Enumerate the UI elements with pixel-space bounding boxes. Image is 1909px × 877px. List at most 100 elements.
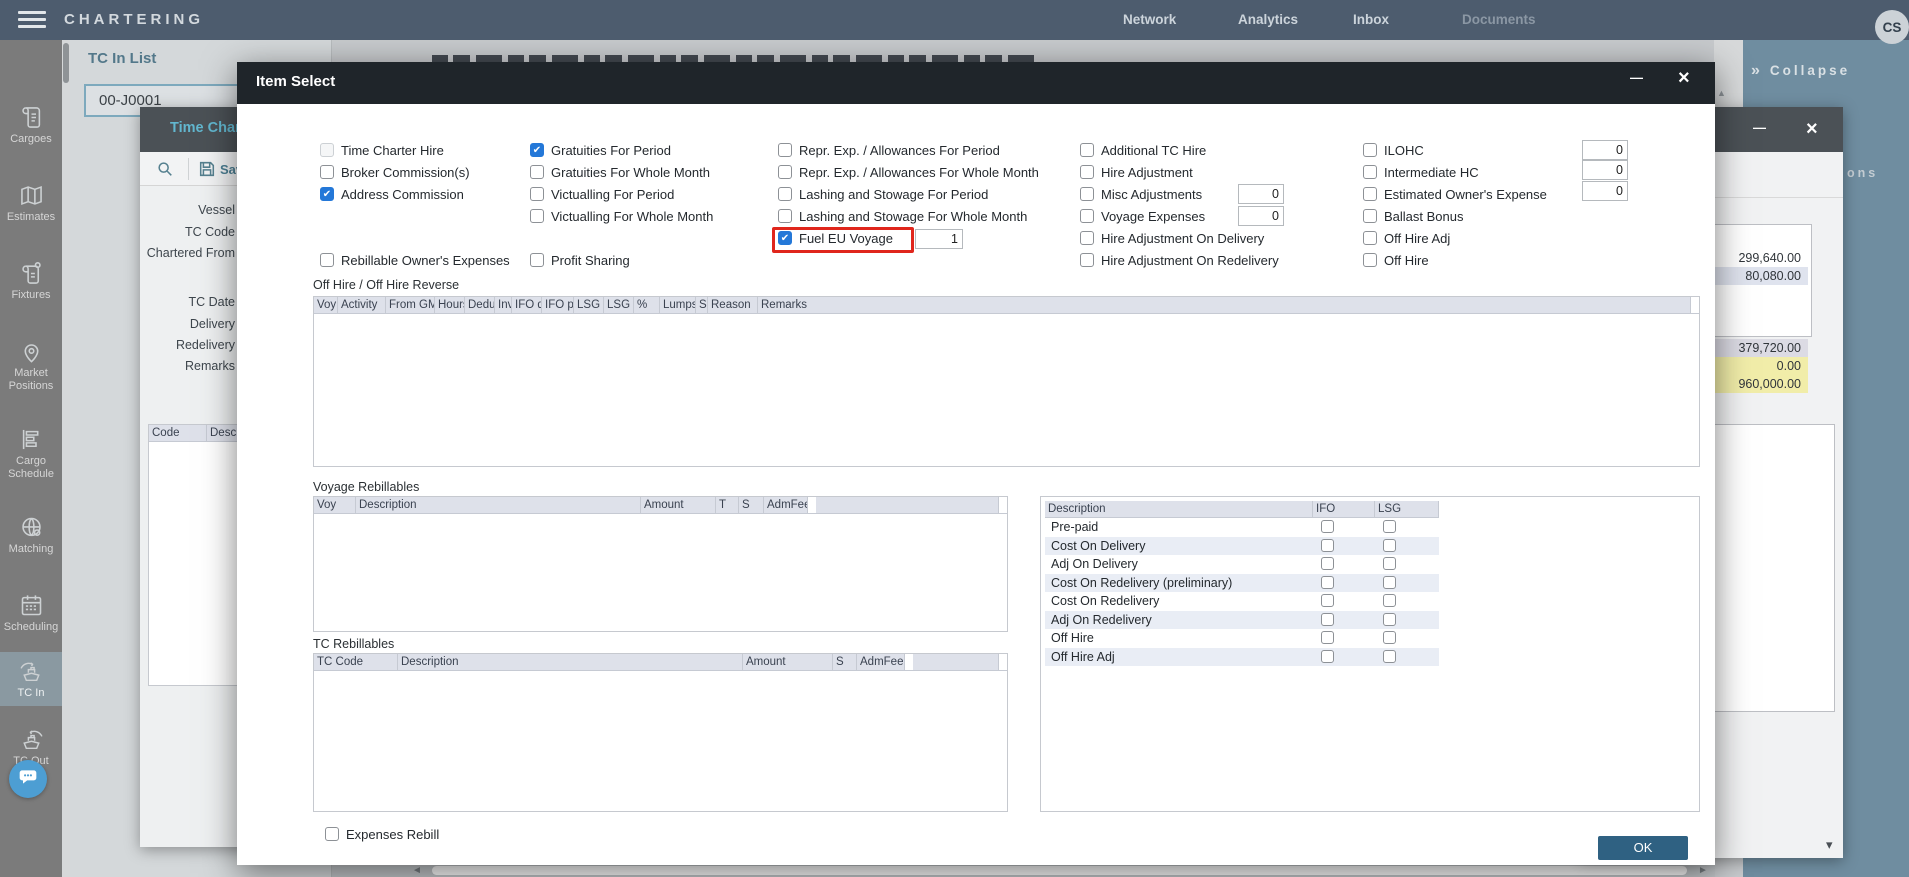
checkbox-ifo-cost-on-redelivery-preliminary[interactable]: [1321, 576, 1334, 589]
field-label-vessel: Vessel: [142, 203, 235, 219]
sidebar-item-cargoes[interactable]: Cargoes: [0, 98, 62, 152]
checkbox-off-hire-adj[interactable]: Off Hire Adj: [1363, 229, 1450, 247]
checkbox-lsg-cost-on-redelivery[interactable]: [1383, 594, 1396, 607]
checkbox-intermediate-hc[interactable]: Intermediate HC: [1363, 163, 1479, 181]
sidebar: Cargoes Estimates Fixtures Market Positions…: [0, 40, 62, 877]
checkbox-ifo-off-hire-adj[interactable]: [1321, 650, 1334, 663]
sidebar-item-tc-in[interactable]: TC In: [0, 652, 62, 706]
checkbox-box: [1363, 187, 1377, 201]
misc-adjustments-amount-input[interactable]: [1238, 184, 1284, 204]
checkbox-ifo-adj-on-redelivery[interactable]: [1321, 613, 1334, 626]
checkbox-estimated-owner-s-expense[interactable]: Estimated Owner's Expense: [1363, 185, 1547, 203]
sidebar-item-estimates[interactable]: Estimates: [0, 176, 62, 230]
minimize-icon[interactable]: —: [1753, 120, 1765, 135]
checkbox-repr-exp-allowances-for-period[interactable]: Repr. Exp. / Allowances For Period: [778, 141, 1000, 159]
checkbox-ballast-bonus[interactable]: Ballast Bonus: [1363, 207, 1464, 225]
checkbox-label: ILOHC: [1384, 143, 1424, 158]
sidebar-item-fixtures[interactable]: Fixtures: [0, 254, 62, 308]
menu-inbox[interactable]: Inbox: [1353, 12, 1389, 27]
sidebar-item-scheduling[interactable]: Scheduling: [0, 586, 62, 640]
checkbox-lsg-pre-paid[interactable]: [1383, 520, 1396, 533]
offhire-section-label: Off Hire / Off Hire Reverse: [313, 278, 459, 292]
checkbox-lsg-cost-on-redelivery-preliminary[interactable]: [1383, 576, 1396, 589]
checkbox-rebillable-owner-s-expenses[interactable]: Rebillable Owner's Expenses: [320, 251, 510, 269]
checkbox-hire-adjustment-on-redelivery[interactable]: Hire Adjustment On Redelivery: [1080, 251, 1279, 269]
checkbox-victualling-for-period[interactable]: Victualling For Period: [530, 185, 674, 203]
column-header-lsg: LSG: [1375, 501, 1439, 517]
menu-network[interactable]: Network: [1123, 12, 1176, 27]
checkbox-expenses-rebill[interactable]: Expenses Rebill: [325, 825, 439, 843]
checkbox-lsg-off-hire[interactable]: [1383, 631, 1396, 644]
checkbox-broker-commission-s[interactable]: Broker Commission(s): [320, 163, 470, 181]
checkbox-hire-adjustment[interactable]: Hire Adjustment: [1080, 163, 1193, 181]
sidebar-item-matching[interactable]: Matching: [0, 508, 62, 562]
search-button[interactable]: [156, 160, 174, 183]
checkbox-victualling-for-whole-month[interactable]: Victualling For Whole Month: [530, 207, 713, 225]
field-label-remarks: Remarks: [142, 359, 235, 375]
checkbox-ifo-cost-on-redelivery[interactable]: [1321, 594, 1334, 607]
checkbox-gratuities-for-period[interactable]: ✔Gratuities For Period: [530, 141, 671, 159]
checkbox-label: Victualling For Whole Month: [551, 209, 713, 224]
scroll-right-icon[interactable]: ►: [1698, 865, 1708, 876]
sidebar-item-market-positions[interactable]: Market Positions: [0, 332, 62, 398]
checkbox-hire-adjustment-on-delivery[interactable]: Hire Adjustment On Delivery: [1080, 229, 1264, 247]
checkbox-ifo-pre-paid[interactable]: [1321, 520, 1334, 533]
scroll-up-icon[interactable]: ▲: [1717, 88, 1726, 98]
field-label-redelivery: Redelivery: [142, 338, 235, 354]
checkbox-gratuities-for-whole-month[interactable]: Gratuities For Whole Month: [530, 163, 710, 181]
intermediate-hc-amount-input[interactable]: [1582, 160, 1628, 180]
column-header-admfee: AdmFee: [764, 497, 808, 513]
column-header-ifo-prc: IFO prc: [542, 297, 574, 313]
checkbox-ifo-adj-on-delivery[interactable]: [1321, 557, 1334, 570]
user-avatar[interactable]: CS: [1875, 10, 1909, 44]
ok-button[interactable]: OK: [1598, 836, 1688, 860]
chat-button[interactable]: [9, 760, 47, 798]
checkbox-address-commission[interactable]: ✔Address Commission: [320, 185, 464, 203]
minimize-icon[interactable]: —: [1630, 70, 1642, 85]
sidebar-item-cargo-schedule[interactable]: Cargo Schedule: [0, 420, 62, 486]
checkbox-additional-tc-hire[interactable]: Additional TC Hire: [1080, 141, 1206, 159]
checkbox-label: Off Hire Adj: [1384, 231, 1450, 246]
horizontal-scrollbar-track[interactable]: [432, 866, 1687, 875]
hamburger-menu-icon[interactable]: [18, 11, 46, 29]
column-header-ifo: IFO: [1313, 501, 1375, 517]
checkbox-box: [1080, 253, 1094, 267]
checkbox-lsg-cost-on-delivery[interactable]: [1383, 539, 1396, 552]
chevron-down-icon[interactable]: ▾: [1826, 837, 1833, 853]
scroll-left-icon[interactable]: ◄: [412, 865, 422, 876]
menu-documents[interactable]: Documents: [1462, 12, 1536, 27]
checkbox-ifo-cost-on-delivery[interactable]: [1321, 539, 1334, 552]
header-gap: [905, 654, 913, 670]
checkbox-label: Lashing and Stowage For Period: [799, 187, 988, 202]
estimated-owners-expense-amount-input[interactable]: [1582, 181, 1628, 201]
checkbox-profit-sharing[interactable]: Profit Sharing: [530, 251, 630, 269]
field-label-chartered-from: Chartered From: [142, 246, 235, 262]
sidebar-scrollbar: [62, 40, 70, 877]
checkbox-misc-adjustments[interactable]: Misc Adjustments: [1080, 185, 1202, 203]
checkbox-ifo-off-hire[interactable]: [1321, 631, 1334, 644]
collapse-button[interactable]: »Collapse: [1751, 62, 1850, 80]
checkbox-lsg-adj-on-redelivery[interactable]: [1383, 613, 1396, 626]
save-button[interactable]: [198, 160, 216, 183]
checkbox-box: [1080, 209, 1094, 223]
checkbox-voyage-expenses[interactable]: Voyage Expenses: [1080, 207, 1205, 225]
tc-rebillables-label: TC Rebillables: [313, 637, 394, 651]
checkbox-lsg-adj-on-delivery[interactable]: [1383, 557, 1396, 570]
menu-analytics[interactable]: Analytics: [1238, 12, 1298, 27]
column-header-s: S: [696, 297, 708, 313]
close-icon[interactable]: ×: [1806, 120, 1818, 138]
checkbox-lsg-off-hire-adj[interactable]: [1383, 650, 1396, 663]
checkbox-box: [1363, 253, 1377, 267]
fuel-eu-voyage-count-input[interactable]: [915, 229, 963, 249]
checkbox-ilohc[interactable]: ILOHC: [1363, 141, 1424, 159]
sidebar-scrollbar-thumb[interactable]: [63, 43, 69, 83]
close-icon[interactable]: ×: [1678, 69, 1690, 87]
voyage-expenses-amount-input[interactable]: [1238, 206, 1284, 226]
ilohc-amount-input[interactable]: [1582, 140, 1628, 160]
checkbox-lashing-and-stowage-for-whole-month[interactable]: Lashing and Stowage For Whole Month: [778, 207, 1027, 225]
sidebar-item-label: TC In: [0, 687, 62, 700]
checkbox-lashing-and-stowage-for-period[interactable]: Lashing and Stowage For Period: [778, 185, 988, 203]
horizontal-scrollbar[interactable]: ◄ ►: [332, 864, 1715, 877]
checkbox-off-hire[interactable]: Off Hire: [1363, 251, 1429, 269]
checkbox-repr-exp-allowances-for-whole-month[interactable]: Repr. Exp. / Allowances For Whole Month: [778, 163, 1039, 181]
